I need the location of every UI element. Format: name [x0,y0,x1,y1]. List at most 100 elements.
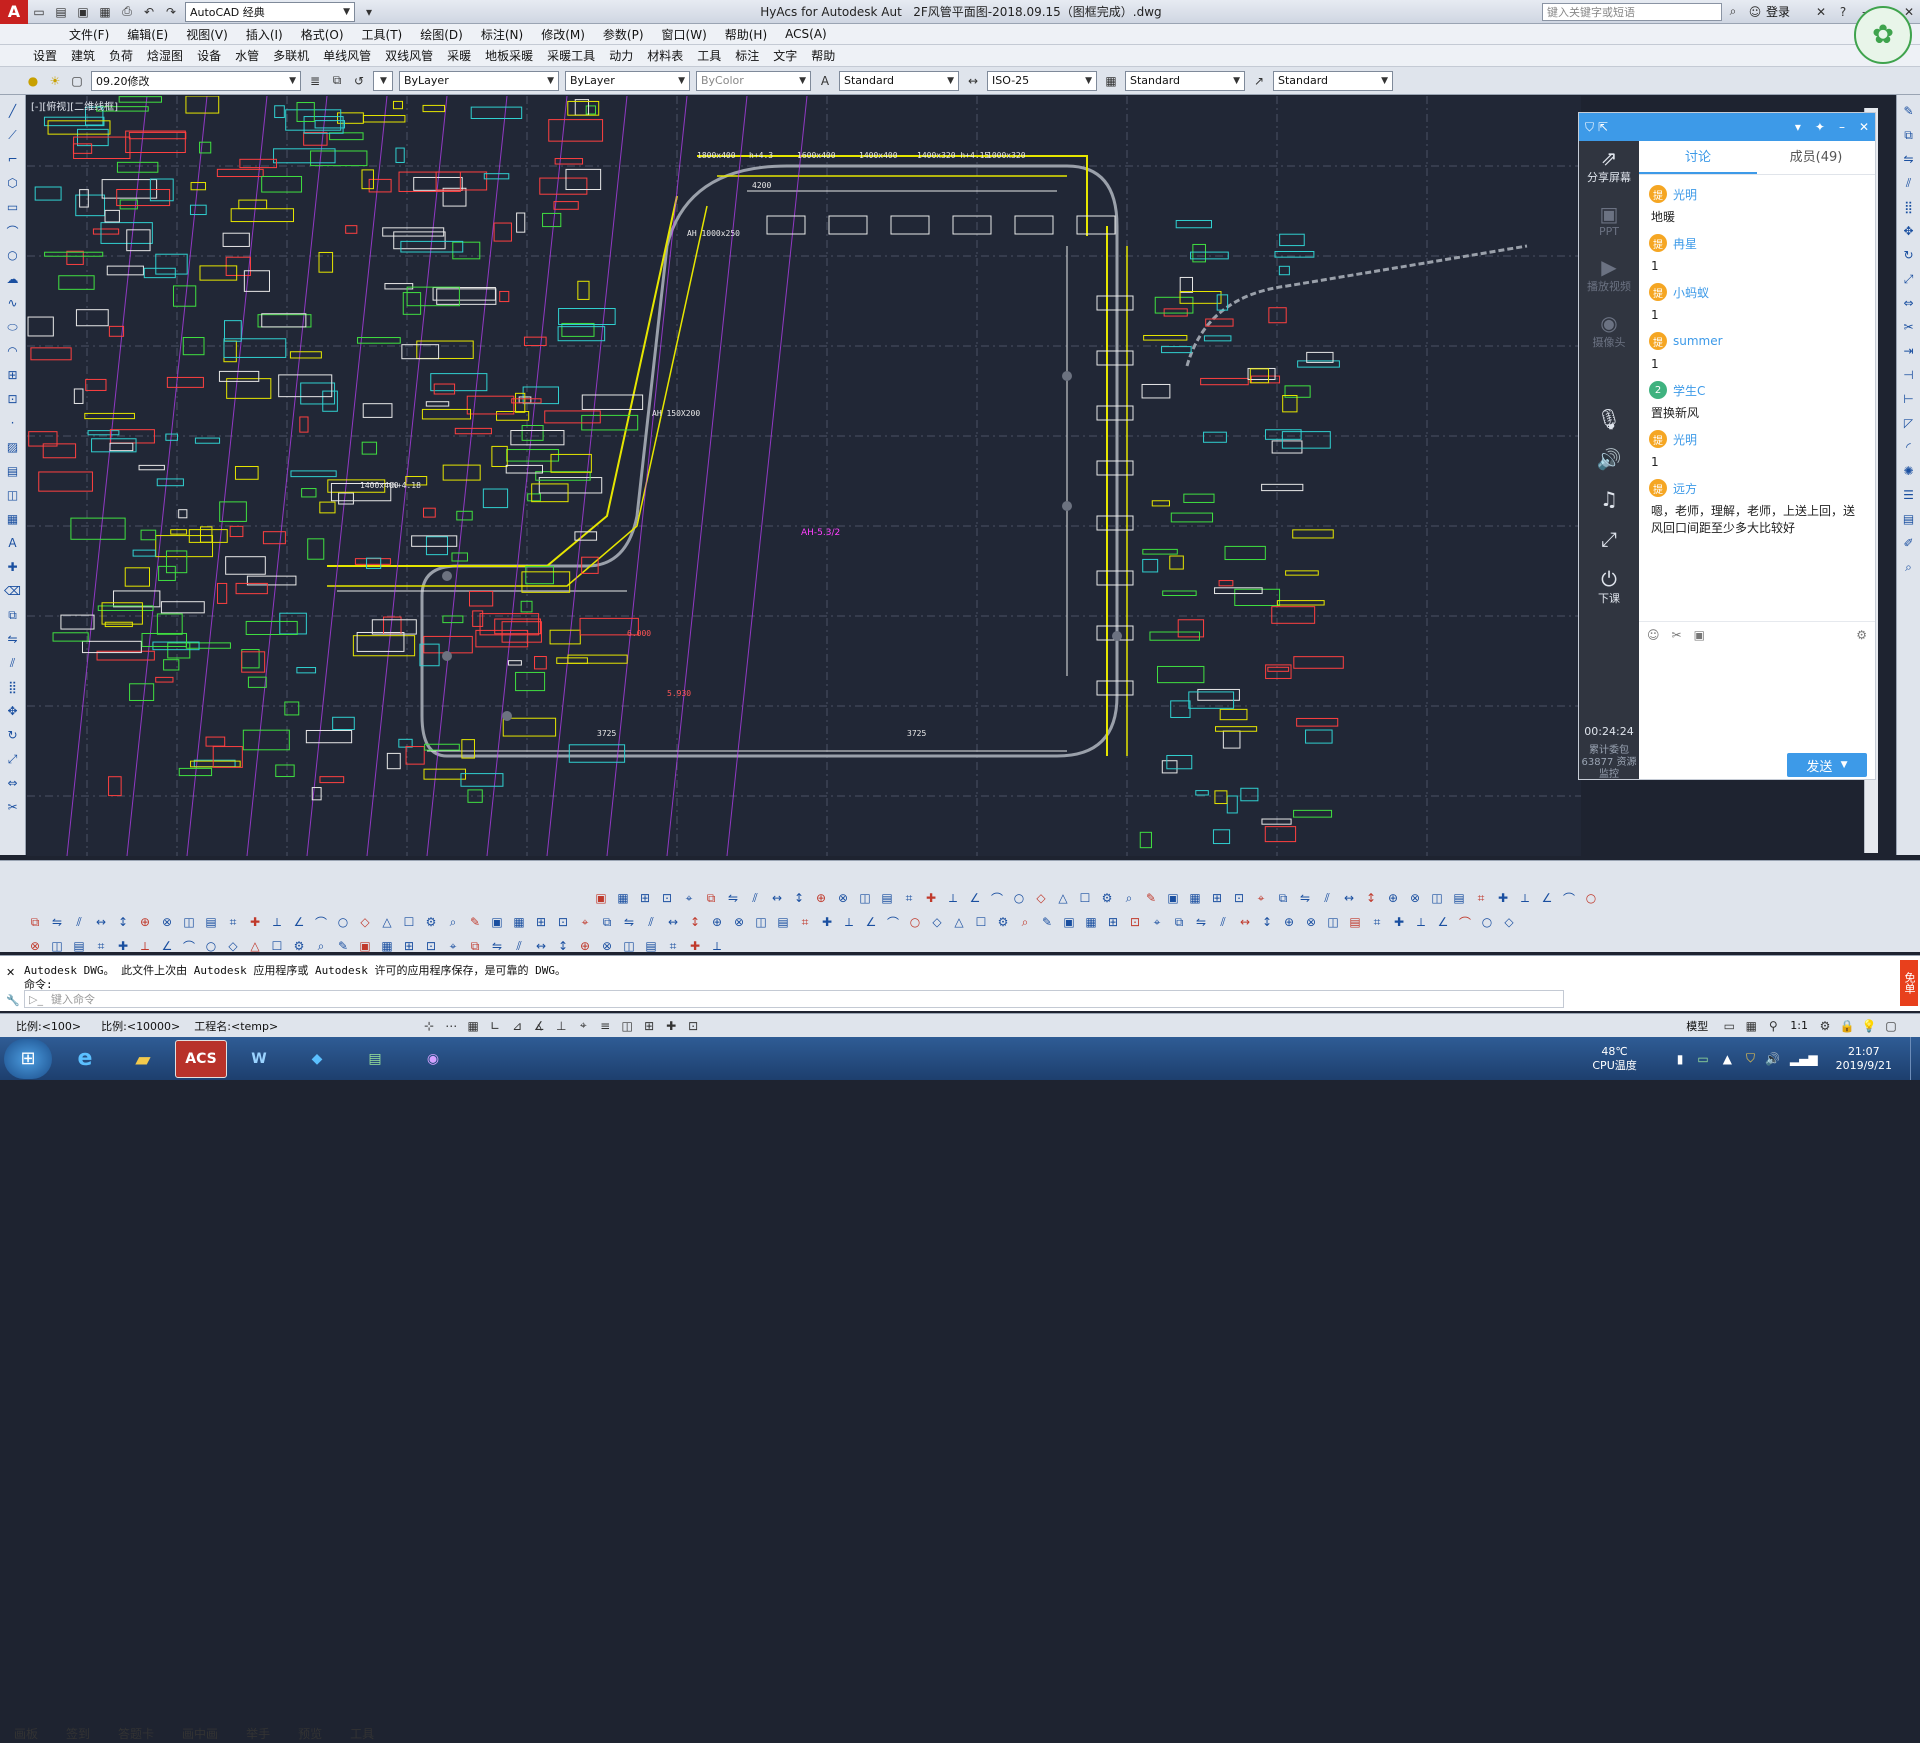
author-name[interactable]: 冉星 [1673,235,1697,252]
tool-button-icon[interactable]: ⌗ [900,889,918,907]
quickview-icon[interactable]: ▦ [1742,1017,1760,1035]
layer-state-icon[interactable]: ⧉ [328,72,346,90]
emoji-icon[interactable]: ☺ [1647,628,1660,642]
array-icon[interactable]: ⣿ [4,678,22,696]
hy-menu-heating-tools[interactable]: 采暖工具 [540,47,602,64]
tool-button-icon[interactable]: ↕ [686,913,704,931]
tool-button-icon[interactable]: ⇋ [724,889,742,907]
user-icon[interactable]: ☺ [1746,3,1764,21]
arc-icon[interactable]: ⌒ [4,222,22,240]
tool-button-icon[interactable]: ⇋ [488,937,506,955]
tab-signin[interactable]: 签到 [52,1725,104,1742]
hy-menu-material[interactable]: 材料表 [640,47,690,64]
cad-drawing[interactable]: 1800x400 h+4.3 1600x400 1400x400 1400x320 h+… [27,96,1581,856]
drafting-toggle-icon[interactable]: ⊿ [508,1017,526,1035]
tool-button-icon[interactable]: ⊗ [158,913,176,931]
start-button[interactable]: ⊞ [4,1038,52,1079]
layer-bulb-icon[interactable]: ● [24,72,42,90]
tool-button-icon[interactable]: ⊗ [1302,913,1320,931]
tool-button-icon[interactable]: ⫽ [1214,913,1232,931]
end-class-button[interactable]: ⏻ 下课 [1598,568,1620,606]
construction-line-icon[interactable]: ⟋ [4,126,22,144]
menu-acs[interactable]: ACS(A) [776,27,836,41]
tool-button-icon[interactable]: ⌕ [312,937,330,955]
settings-icon[interactable]: ⚙ [1856,628,1867,642]
tool-button-icon[interactable]: ⇋ [620,913,638,931]
break-icon[interactable]: ⊣ [1900,366,1918,384]
tool-button-icon[interactable]: ↕ [1362,889,1380,907]
author-name[interactable]: 小蚂蚁 [1673,284,1709,301]
save-as-icon[interactable]: ▦ [96,3,114,21]
move-object-icon[interactable]: ✥ [1900,222,1918,240]
tab-raise-hand[interactable]: 举手 [232,1725,284,1742]
hy-menu-text[interactable]: 文字 [766,47,804,64]
tool-button-icon[interactable]: ⊕ [812,889,830,907]
tool-button-icon[interactable]: ∠ [1434,913,1452,931]
point-icon[interactable]: · [4,414,22,432]
tool-button-icon[interactable]: ∠ [1538,889,1556,907]
hy-menu-help[interactable]: 帮助 [804,47,842,64]
tool-button-icon[interactable]: ∠ [290,913,308,931]
print-icon[interactable]: ⎙ [118,3,136,21]
menu-format[interactable]: 格式(O) [292,26,353,43]
layer-select[interactable]: 09.20修改 ▼ [91,70,301,91]
scale-status[interactable]: 比例:<100> [16,1018,81,1034]
tool-button-icon[interactable]: ↕ [1258,913,1276,931]
offset-icon[interactable]: ⫽ [4,654,22,672]
tool-button-icon[interactable]: ▦ [1186,889,1204,907]
tab-preview[interactable]: 预览 [284,1725,336,1742]
tool-button-icon[interactable]: ▣ [356,937,374,955]
tool-button-icon[interactable]: ▤ [202,913,220,931]
author-name[interactable]: 远方 [1673,480,1697,497]
tool-button-icon[interactable]: ⌗ [1368,913,1386,931]
ie-taskbar-icon[interactable]: e [59,1040,111,1078]
autocad-logo-icon[interactable]: A [0,0,28,24]
add-selected-icon[interactable]: ✚ [4,558,22,576]
chevron-down-icon[interactable]: ▾ [1795,120,1801,134]
hy-menu-settings[interactable]: 设置 [26,47,64,64]
player-taskbar-icon[interactable]: ◆ [291,1040,343,1078]
line-icon[interactable]: ╱ [4,102,22,120]
tool-button-icon[interactable]: ⌒ [180,937,198,955]
tool-button-icon[interactable]: ⊕ [708,913,726,931]
tool-button-icon[interactable]: ▦ [614,889,632,907]
menu-insert[interactable]: 插入(I) [237,26,292,43]
tool-button-icon[interactable]: ○ [202,937,220,955]
layer-lock-icon[interactable]: ▢ [68,72,86,90]
polygon-icon[interactable]: ⬡ [4,174,22,192]
linetype-select[interactable]: ByLayer ▼ [399,70,559,91]
show-desktop-button[interactable] [1910,1037,1920,1080]
wrench-icon[interactable]: 🔧 [6,994,20,1007]
tool-button-icon[interactable]: ⌕ [1120,889,1138,907]
tool-button-icon[interactable]: ✚ [114,937,132,955]
tool-button-icon[interactable]: ⟂ [1516,889,1534,907]
tool-button-icon[interactable]: ⟂ [708,937,726,955]
hatch-icon[interactable]: ▨ [4,438,22,456]
match-props-icon[interactable]: ✐ [1900,534,1918,552]
drafting-toggle-icon[interactable]: ∡ [530,1017,548,1035]
project-status[interactable]: 工程名:<temp> [194,1018,278,1034]
copy-object-icon[interactable]: ⧉ [1900,126,1918,144]
stretch-object-icon[interactable]: ⇔ [1900,294,1918,312]
tool-button-icon[interactable]: ◫ [1428,889,1446,907]
offset-object-icon[interactable]: ⫽ [1900,174,1918,192]
share-screen-button[interactable]: ⇗ 分享屏幕 [1587,147,1631,185]
tool-button-icon[interactable]: ⊕ [1280,913,1298,931]
mirror-icon[interactable]: ⇋ [4,630,22,648]
tool-button-icon[interactable]: ⊞ [1104,913,1122,931]
tab-discussion[interactable]: 讨论 [1639,141,1757,174]
tool-button-icon[interactable]: ⌕ [444,913,462,931]
tool-button-icon[interactable]: ∠ [966,889,984,907]
tool-button-icon[interactable]: ⧉ [702,889,720,907]
app-taskbar-icon[interactable]: W [233,1040,285,1078]
tool-button-icon[interactable]: ⊞ [532,913,550,931]
tool-button-icon[interactable]: ⊗ [834,889,852,907]
tool-button-icon[interactable]: ⌗ [224,913,242,931]
tool-button-icon[interactable]: ✚ [1494,889,1512,907]
brush-icon[interactable]: ✎ [1900,102,1918,120]
tool-button-icon[interactable]: ↔ [532,937,550,955]
author-name[interactable]: 学生C [1673,382,1705,399]
menu-tools[interactable]: 工具(T) [353,26,412,43]
tool-button-icon[interactable]: ⟂ [944,889,962,907]
exchange-icon[interactable]: ✕ [1812,3,1830,21]
